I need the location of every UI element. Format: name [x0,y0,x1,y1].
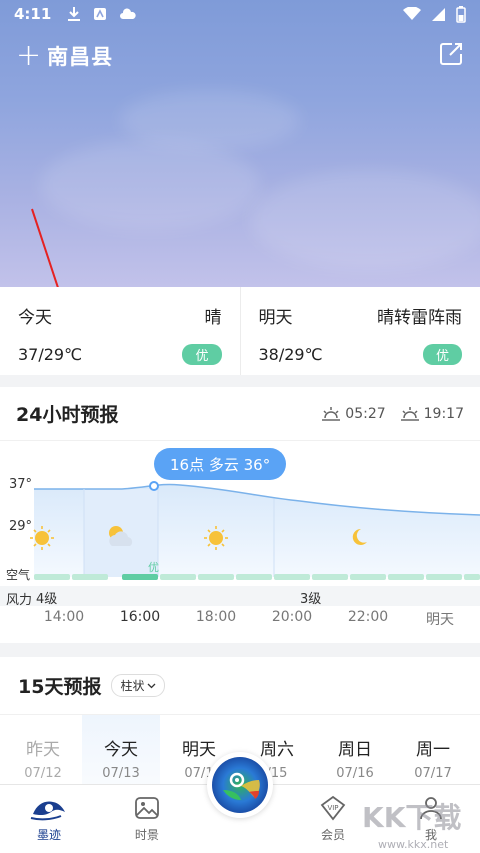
air-row-label: 空气 [6,568,31,582]
watermark-url: www.kkx.net [378,838,449,851]
wind-strip [0,586,480,606]
tomorrow-temp: 38/29℃ [258,345,323,364]
sunrise-time: 05:27 [345,405,386,422]
x-label: 明天 [426,612,454,628]
fifteen-day-title: 15天预报 [18,676,102,698]
tomorrow-label: 明天 [258,308,293,328]
hour-tooltip: 16点 多云 36° [154,448,287,480]
photo-icon [135,797,159,819]
watermark: KK下载 [362,801,462,834]
hourly-header: 24小时预报 05:27 19:17 [0,387,480,441]
fifteen-day-header: 15天预报 柱状 [0,657,480,715]
svg-text:VIP: VIP [327,804,338,812]
day-name: 今天 [104,740,138,760]
moji-logo-icon [30,801,65,821]
today-condition: 晴 [204,308,222,328]
day-name: 周日 [338,740,372,760]
radar-map-icon [212,757,268,813]
tomorrow-summary[interactable]: 明天 晴转雷阵雨 38/29℃ 优 [239,287,480,375]
day-item[interactable]: 周日 07/16 [316,715,394,781]
day-name: 周一 [416,740,450,760]
day-date: 07/12 [24,766,62,781]
nav-item-moji[interactable]: 墨迹 [0,785,98,853]
day-name: 昨天 [26,740,60,760]
aqi-badge: 优 [422,344,462,365]
nav-label: 墨迹 [36,828,61,842]
today-temp: 37/29℃ [18,345,83,364]
sunrise: 05:27 [321,405,386,422]
x-label: 14:00 [43,609,85,625]
air-quality-bars [34,574,480,580]
chevron-down-icon [148,683,156,688]
view-mode-dropdown[interactable]: 柱状 [111,674,166,697]
wind-value: 4级 [36,592,58,607]
sunrise-icon [322,406,341,421]
sunset-time: 19:17 [423,405,464,422]
today-summary[interactable]: 今天 晴 37/29℃ 优 [0,287,240,375]
day-date: 07/17 [414,766,452,781]
y-label-low: 29° [9,519,33,534]
air-value-label: 优 [148,561,159,574]
today-label: 今天 [18,308,52,328]
wind-value: 3级 [300,592,322,607]
hourly-title: 24小时预报 [16,404,119,426]
nav-label: 时景 [134,828,159,842]
view-mode-label: 柱状 [120,679,145,693]
day-item[interactable]: 昨天 07/12 [4,715,82,781]
radar-map-button[interactable] [207,752,273,818]
wind-row-label: 风力 [6,593,33,608]
day-item[interactable]: 今天 07/13 [82,715,160,781]
vip-icon: VIP [320,795,346,821]
x-label: 16:00 [119,609,161,625]
aqi-badge: 优 [182,344,222,365]
day-date: 07/16 [336,766,374,781]
x-label: 22:00 [347,609,389,625]
nav-item-shijing[interactable]: 时景 [98,785,196,853]
today-tomorrow-card: 今天 晴 37/29℃ 优 明天 晴转雷阵雨 38/29℃ 优 [0,287,480,375]
day-item[interactable]: 周一 07/17 [394,715,472,781]
hourly-forecast[interactable]: 24小时预报 05:27 19:17 16点 多云 36° 37° 29° 空气… [0,387,480,643]
tomorrow-condition: 晴转雷阵雨 [377,308,462,328]
selected-hour-point[interactable] [149,481,159,491]
x-label: 20:00 [271,609,313,625]
day-date: 07/13 [102,766,140,781]
y-label-high: 37° [9,477,33,492]
nav-label: 会员 [321,828,346,842]
x-label: 18:00 [195,609,237,625]
sunset: 19:17 [400,406,464,422]
sunset-icon [400,406,419,421]
